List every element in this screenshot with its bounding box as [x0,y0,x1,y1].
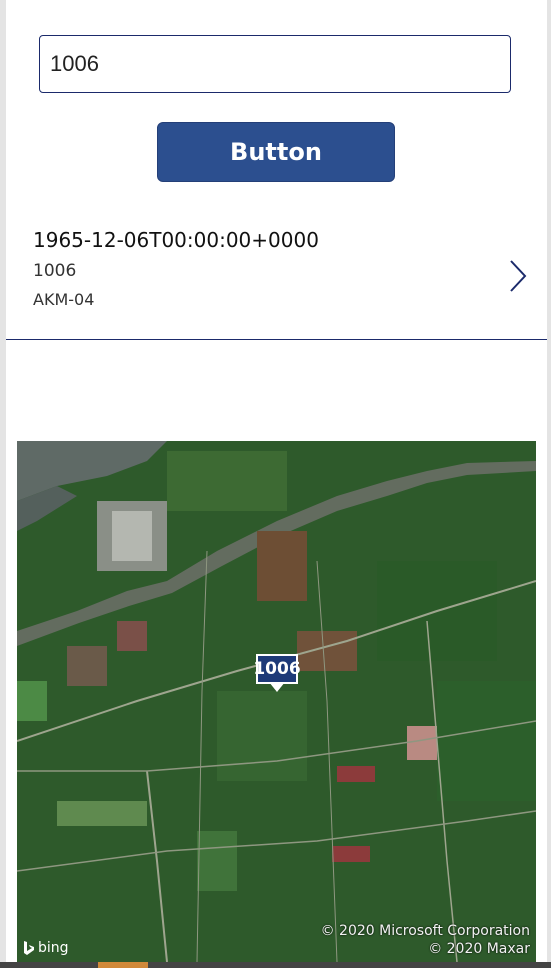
bottom-scrollbar-thumb[interactable] [98,962,148,968]
copyright-line-2: © 2020 Maxar [428,941,530,957]
submit-button[interactable]: Button [157,122,395,182]
bing-icon [24,941,34,955]
chevron-right-icon[interactable] [507,258,529,294]
bottom-scrollbar[interactable] [0,962,551,968]
map-copyright: © 2020 Microsoft Corporation © 2020 Maxa… [321,922,530,958]
item-subtitle: 1006 [33,261,77,281]
item-title: 1965-12-06T00:00:00+0000 [33,228,319,252]
bing-label: bing [38,940,69,956]
map-view[interactable]: 1006 bing © 2020 Microsoft Corporation ©… [17,441,536,962]
gallery-item[interactable]: 1965-12-06T00:00:00+0000 1006 AKM-04 [6,212,547,340]
map-pin-tail [269,682,285,692]
satellite-map-image [17,441,536,962]
search-input[interactable] [39,35,511,93]
copyright-line-1: © 2020 Microsoft Corporation [320,923,530,939]
app-screen: Button 1965-12-06T00:00:00+0000 1006 AKM… [6,0,547,962]
item-body: AKM-04 [33,290,95,309]
bing-logo: bing [23,940,69,956]
map-pin[interactable]: 1006 [253,654,301,684]
